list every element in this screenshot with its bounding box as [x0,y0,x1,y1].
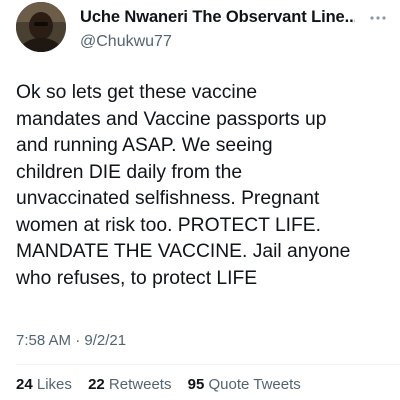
avatar[interactable] [16,2,66,52]
tweet-text-line: Ok so lets get these vaccine [16,82,258,103]
quote-tweets-label: Quote Tweets [208,376,301,393]
timestamp-separator: · [75,332,81,349]
more-options-icon[interactable] [368,10,388,26]
tweet-text-line: mandates and Vaccine passports up [16,108,327,130]
divider [16,364,400,365]
author-handle[interactable]: @Chukwu77 [80,33,172,51]
retweets-label: Retweets [108,376,172,393]
tweet-time[interactable]: 7:58 AM [16,332,71,349]
likes-label: Likes [36,376,72,393]
tweet-text-line: women at risk too. PROTECT LIFE. [16,214,322,236]
engagement-stats: 24 Likes 22 Retweets 95 Quote Tweets [16,376,313,393]
author-display-name[interactable]: Uche Nwaneri The Observant Line... [80,8,355,27]
tweet-text-line: who refuses, to protect LIFE [16,267,258,289]
likes-stat[interactable]: 24 Likes [16,376,72,393]
tweet-text-line: and running ASAP. We seeing [16,135,273,156]
tweet-card: Uche Nwaneri The Observant Line... @Chuk… [0,0,400,400]
tweet-text-line: MANDATE THE VACCINE. Jail anyone [16,241,351,262]
tweet-date[interactable]: 9/2/21 [84,332,126,349]
author-name-row[interactable]: Uche Nwaneri The Observant Line... [80,8,355,32]
tweet-text: Ok so lets get these vaccine mandates an… [16,80,391,292]
tweet-text-line: unvaccinated selfishness. Pregnant [16,188,320,209]
quote-tweets-stat[interactable]: 95 Quote Tweets [188,376,301,393]
quote-tweets-count: 95 [187,376,205,393]
likes-count: 24 [16,376,33,393]
avatar-image [16,2,66,52]
tweet-text-line: children DIE daily from the [16,161,243,183]
tweet-timestamp[interactable]: 7:58 AM · 9/2/21 [16,332,126,349]
retweets-count: 22 [88,376,105,393]
retweets-stat[interactable]: 22 Retweets [88,376,171,393]
